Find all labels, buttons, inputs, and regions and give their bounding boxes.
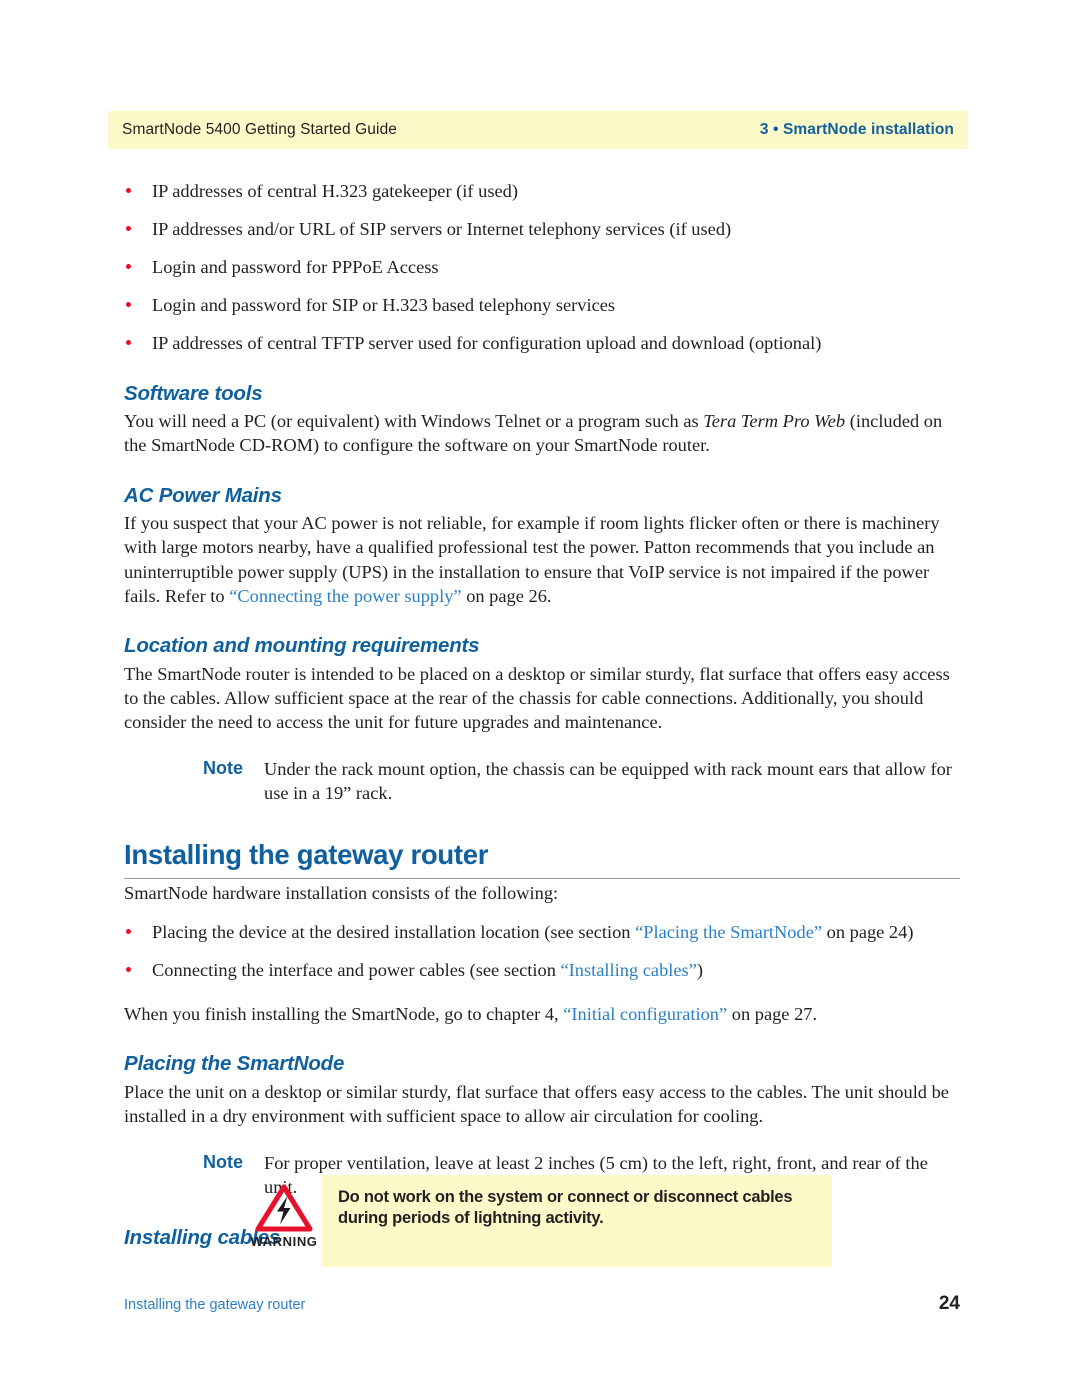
header-guide-title: SmartNode 5400 Getting Started Guide <box>122 121 398 138</box>
cross-reference-placing-smartnode[interactable]: “Placing the SmartNode” <box>635 922 822 942</box>
list-item: Login and password for SIP or H.323 base… <box>124 294 960 318</box>
list-item: Placing the device at the desired instal… <box>124 921 960 945</box>
bullet-dot-icon <box>126 301 131 307</box>
list-item: IP addresses of central TFTP server used… <box>124 332 960 356</box>
footer-section-title: Installing the gateway router <box>124 1297 306 1313</box>
warning-message-box: Do not work on the system or connect or … <box>322 1175 832 1267</box>
warning-message-text: Do not work on the system or connect or … <box>338 1188 793 1228</box>
note-label: Note <box>203 758 243 779</box>
bullet-dot-icon <box>126 188 131 193</box>
paragraph-installation-intro: SmartNode hardware installation consists… <box>124 883 559 904</box>
bullet-dot-icon <box>126 225 131 231</box>
note-body: Under the rack mount option, the chassis… <box>264 759 952 804</box>
text-segment: When you finish installing the SmartNode… <box>124 1004 564 1025</box>
list-item: IP addresses and/or URL of SIP servers o… <box>124 218 960 242</box>
heading-divider <box>124 878 960 880</box>
list-item-text: IP addresses and/or URL of SIP servers o… <box>152 218 732 239</box>
heading-placing-smartnode: Placing the SmartNode <box>124 1052 345 1076</box>
text-emphasis-product: Tera Term Pro Web <box>703 411 846 432</box>
footer-page-number: 24 <box>938 1293 960 1314</box>
paragraph-ac-power-mains: If you suspect that your AC power is not… <box>124 511 960 608</box>
page-header-band: SmartNode 5400 Getting Started Guide 3 •… <box>108 111 968 149</box>
heading-installing-gateway-router: Installing the gateway router <box>124 839 489 871</box>
text-segment: ) <box>696 960 703 981</box>
text-segment: on page 26. <box>461 585 552 606</box>
document-page: SmartNode 5400 Getting Started Guide 3 •… <box>0 0 1080 1397</box>
bullet-dot-icon <box>126 967 131 973</box>
note-label: Note <box>203 1152 243 1173</box>
text-segment: on page 27. <box>727 1004 818 1025</box>
list-item: Login and password for PPPoE Access <box>124 256 960 280</box>
warning-icon-label: WARNING <box>250 1234 318 1249</box>
bullet-dot-icon <box>126 339 131 345</box>
cross-reference-connecting-power-supply[interactable]: “Connecting the power supply” <box>229 586 461 606</box>
list-item: Connecting the interface and power cable… <box>124 959 960 983</box>
paragraph-placing-smartnode: Place the unit on a desktop or similar s… <box>124 1081 949 1127</box>
text-segment: Placing the device at the desired instal… <box>152 922 636 943</box>
warning-admonition: WARNING Do not work on the system or con… <box>248 1175 832 1267</box>
heading-ac-power-mains: AC Power Mains <box>124 483 282 507</box>
heading-location-mounting: Location and mounting requirements <box>124 634 480 658</box>
cross-reference-installing-cables[interactable]: “Installing cables” <box>561 960 697 980</box>
bullet-dot-icon <box>126 929 131 935</box>
paragraph-location-mounting: The SmartNode router is intended to be p… <box>124 663 950 733</box>
header-chapter-title: 3 • SmartNode installation <box>759 121 954 138</box>
list-item-text: IP addresses of central H.323 gatekeeper… <box>152 181 518 201</box>
warning-triangle-icon <box>255 1184 313 1232</box>
heading-software-tools: Software tools <box>124 381 263 405</box>
text-segment: Connecting the interface and power cable… <box>152 960 561 981</box>
list-item-text: IP addresses of central TFTP server used… <box>152 332 822 353</box>
installation-steps-list: Placing the device at the desired instal… <box>124 921 960 983</box>
warning-icon-group: WARNING <box>248 1183 320 1249</box>
cross-reference-initial-configuration[interactable]: “Initial configuration” <box>563 1004 727 1024</box>
note-block-rack-mount: Note Under the rack mount option, the ch… <box>124 758 960 806</box>
text-segment: You will need a PC (or equivalent) with … <box>124 411 704 432</box>
page-content: IP addresses of central H.323 gatekeeper… <box>124 180 960 1251</box>
list-item-text: Login and password for SIP or H.323 base… <box>152 294 616 315</box>
page-footer: Installing the gateway router 24 <box>124 1293 960 1315</box>
paragraph-software-tools: You will need a PC (or equivalent) with … <box>124 409 960 457</box>
list-item-text: Login and password for PPPoE Access <box>152 256 439 277</box>
paragraph-installation-closing: When you finish installing the SmartNode… <box>124 1002 960 1026</box>
requirements-bullet-list: IP addresses of central H.323 gatekeeper… <box>124 180 960 356</box>
text-segment: on page 24) <box>822 922 914 943</box>
bullet-dot-icon <box>126 263 131 269</box>
list-item: IP addresses of central H.323 gatekeeper… <box>124 180 960 204</box>
